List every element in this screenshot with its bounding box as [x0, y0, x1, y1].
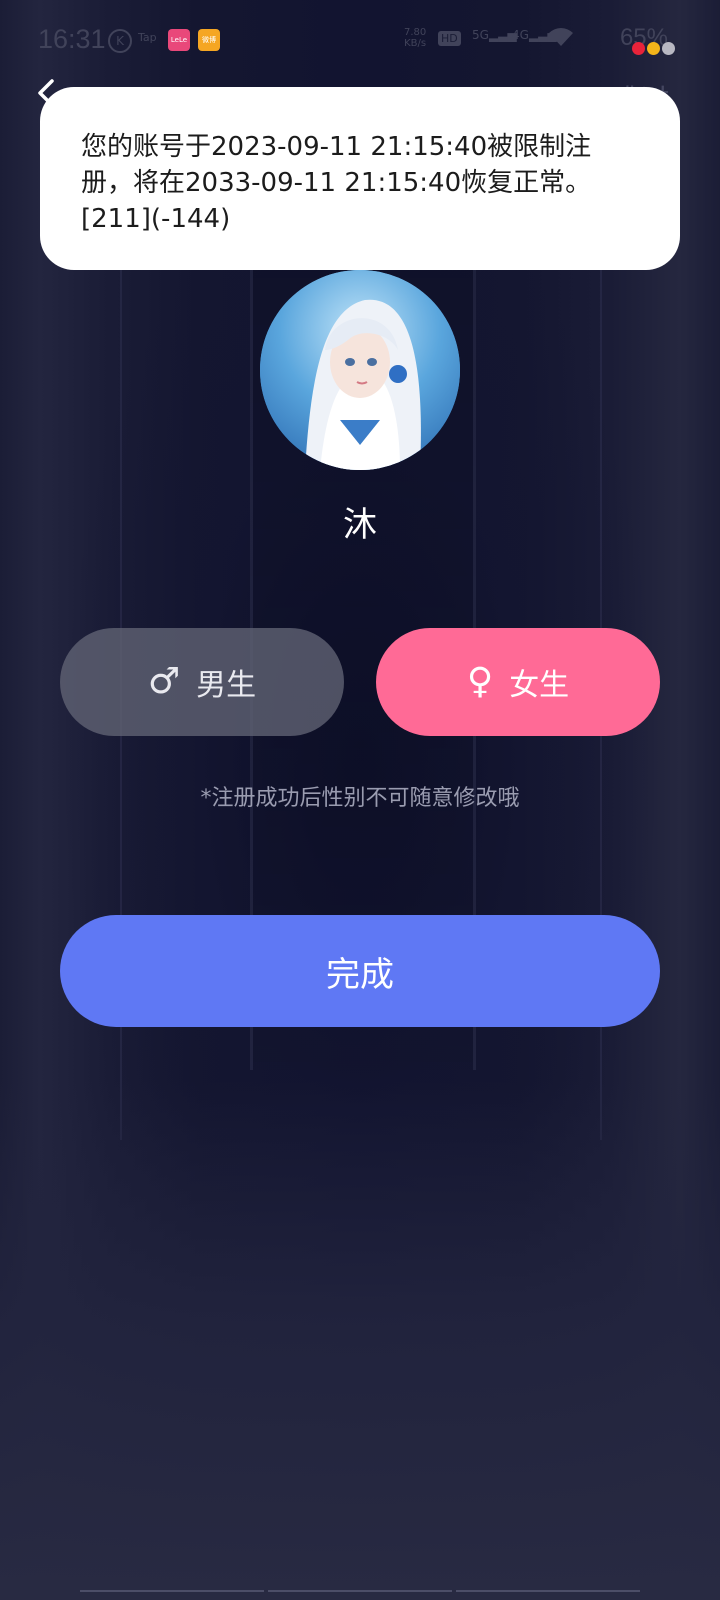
restriction-toast: 您的账号于2023-09-11 21:15:40被限制注册，将在2033-09-…	[40, 87, 680, 270]
female-option-label: 女生	[509, 668, 570, 703]
avatar[interactable]	[260, 270, 460, 470]
status-bar: 16:31 K Tap LeLe 微博 7.80 KB/s HD 5G▂▃▅ 4…	[0, 0, 720, 80]
k-app-icon: K	[108, 29, 132, 53]
male-option-button[interactable]: ♂ 男生	[60, 628, 344, 736]
gender-hint-text: *注册成功后性别不可随意修改哦	[200, 786, 520, 811]
status-time: 16:31	[38, 24, 106, 54]
indicator-dot-red	[632, 42, 645, 55]
done-button-label: 完成	[326, 954, 394, 995]
avatar-image	[260, 270, 460, 470]
registration-screen: 16:31 K Tap LeLe 微博 7.80 KB/s HD 5G▂▃▅ 4…	[0, 0, 720, 1600]
network-speed-value: 7.80	[404, 27, 427, 38]
lele-app-icon: LeLe	[168, 29, 190, 51]
weibo-app-icon: 微博	[198, 29, 220, 51]
nickname: 沐	[343, 505, 377, 545]
signal-5g-label: 5G	[472, 28, 489, 42]
network-speed-unit: KB/s	[404, 38, 427, 49]
network-speed: 7.80 KB/s	[404, 27, 426, 49]
done-button[interactable]: 完成	[60, 915, 660, 1027]
hd-icon: HD	[438, 31, 461, 46]
indicator-dots	[632, 33, 677, 61]
indicator-dot-gray	[662, 42, 675, 55]
tap-app-icon: Tap	[138, 31, 157, 44]
male-option-label: 男生	[196, 668, 257, 703]
wifi-icon	[548, 26, 574, 54]
indicator-dot-yellow	[647, 42, 660, 55]
signal-4g-label: 4G	[512, 28, 529, 42]
signal-5g-icon: 5G▂▃▅	[472, 28, 517, 42]
male-symbol-icon: ♂	[147, 661, 181, 702]
toast-message: 您的账号于2023-09-11 21:15:40被限制注册，将在2033-09-…	[81, 132, 592, 234]
female-option-button[interactable]: ♀ 女生	[376, 628, 660, 736]
gesture-bar	[80, 1590, 640, 1600]
corridor-floor-background	[0, 1080, 720, 1600]
female-symbol-icon: ♀	[466, 661, 494, 702]
